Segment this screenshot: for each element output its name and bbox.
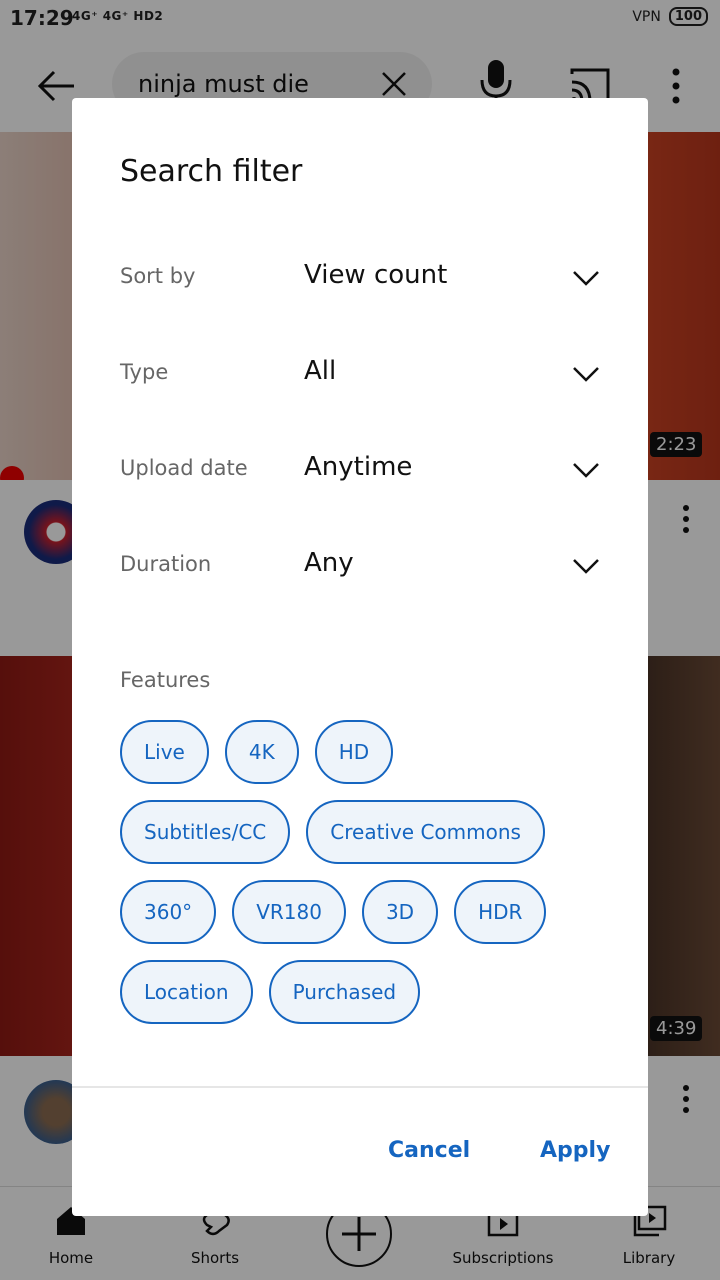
chip-3d[interactable]: 3D <box>361 880 439 944</box>
filter-label: Upload date <box>120 456 248 480</box>
chevron-down-icon[interactable] <box>572 556 600 576</box>
chevron-down-icon[interactable] <box>572 364 600 384</box>
chip-4k[interactable]: 4K <box>224 720 299 784</box>
chip-live[interactable]: Live <box>120 720 209 784</box>
chip-location[interactable]: Location <box>120 960 253 1024</box>
cancel-button[interactable]: Cancel <box>388 1138 470 1163</box>
filter-type[interactable]: Type All <box>120 346 600 402</box>
filter-value: Any <box>304 548 354 578</box>
chevron-down-icon[interactable] <box>572 460 600 480</box>
filter-sort-by[interactable]: Sort by View count <box>120 250 600 306</box>
filter-value: View count <box>304 260 448 290</box>
filter-label: Sort by <box>120 264 196 288</box>
filter-upload-date[interactable]: Upload date Anytime <box>120 442 600 498</box>
chip-vr180[interactable]: VR180 <box>232 880 346 944</box>
filter-duration[interactable]: Duration Any <box>120 538 600 594</box>
filter-value: All <box>304 356 337 386</box>
chip-creative-commons[interactable]: Creative Commons <box>306 800 545 864</box>
dialog-title: Search filter <box>120 154 303 189</box>
dialog-divider <box>72 1086 648 1088</box>
filter-label: Type <box>120 360 169 384</box>
chevron-down-icon[interactable] <box>572 268 600 288</box>
filter-value: Anytime <box>304 452 413 482</box>
feature-chips: Live 4K HD Subtitles/CC Creative Commons… <box>120 720 620 1040</box>
filter-label: Duration <box>120 552 212 576</box>
apply-button[interactable]: Apply <box>540 1138 610 1163</box>
chip-360[interactable]: 360° <box>120 880 217 944</box>
chip-hdr[interactable]: HDR <box>454 880 547 944</box>
chip-subtitles-cc[interactable]: Subtitles/CC <box>120 800 291 864</box>
search-filter-dialog: Search filter Sort by View count Type Al… <box>72 98 648 1216</box>
chip-hd[interactable]: HD <box>314 720 394 784</box>
chip-purchased[interactable]: Purchased <box>268 960 421 1024</box>
features-heading: Features <box>120 668 211 692</box>
